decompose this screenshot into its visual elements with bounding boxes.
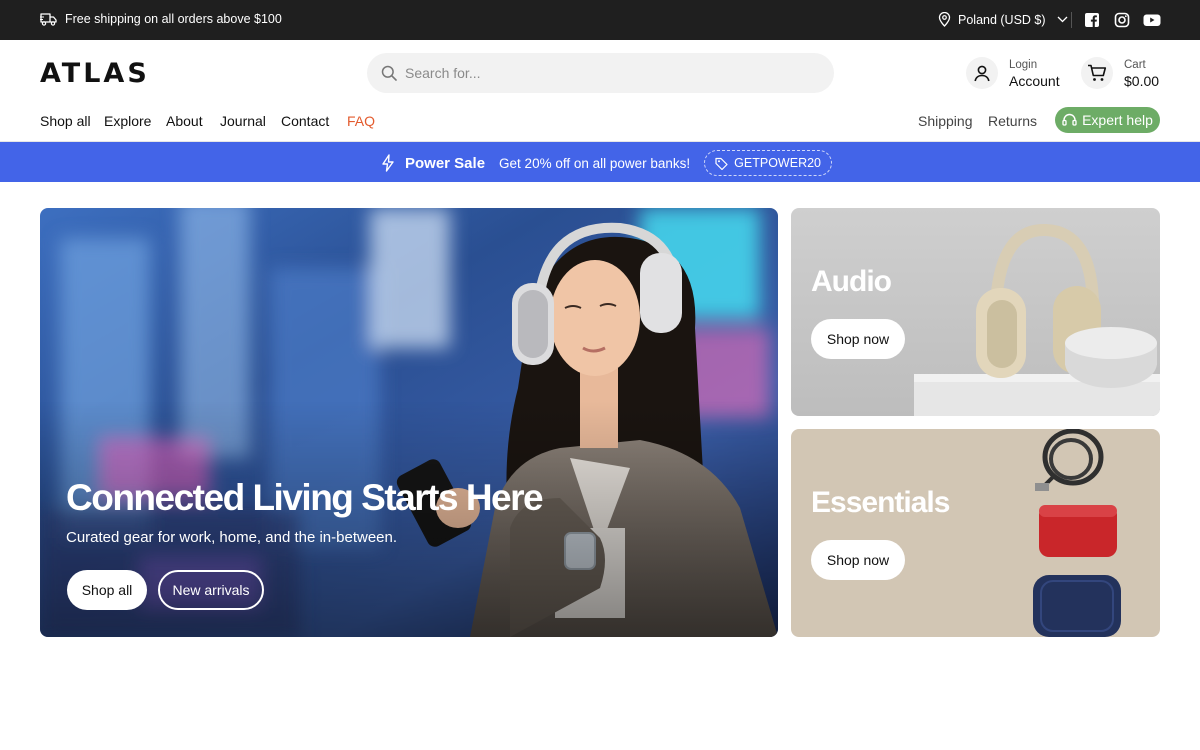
search-input[interactable]	[405, 65, 805, 81]
account-link[interactable]: Login Account	[1009, 59, 1060, 89]
region-selector[interactable]: Poland (USD $)	[938, 12, 1068, 27]
nav-contact[interactable]: Contact	[281, 113, 329, 129]
promo-code: GETPOWER20	[734, 156, 821, 170]
cart-icon-button[interactable]	[1081, 57, 1113, 89]
hero-title: Connected Living Starts Here	[66, 477, 544, 518]
hero-new-arrivals-button[interactable]: New arrivals	[158, 570, 264, 610]
account-label: Account	[1009, 73, 1060, 90]
nav-shop-all[interactable]: Shop all	[40, 113, 91, 129]
nav-faq[interactable]: FAQ	[347, 113, 375, 129]
cart-link[interactable]: Cart $0.00	[1124, 59, 1159, 89]
cart-icon	[1088, 64, 1107, 81]
tag-icon	[715, 157, 728, 170]
audio-card-title: Audio	[811, 265, 892, 298]
category-card-audio[interactable]	[791, 208, 1160, 416]
promo-title: Power Sale	[405, 154, 486, 172]
search-icon	[381, 65, 397, 81]
search-bar[interactable]	[367, 53, 834, 93]
hero-shop-all-button[interactable]: Shop all	[67, 570, 147, 610]
user-icon	[974, 65, 990, 82]
expert-help-label: Expert help	[1082, 112, 1153, 128]
shipping-notice: Free shipping on all orders above $100	[40, 12, 282, 26]
truck-icon	[40, 13, 57, 26]
promo-code-badge[interactable]: GETPOWER20	[704, 150, 832, 176]
top-announcement-bar: Free shipping on all orders above $100 P…	[0, 0, 1200, 40]
hero-subtitle: Curated gear for work, home, and the in-…	[66, 529, 398, 546]
chevron-down-icon	[1057, 16, 1068, 23]
instagram-icon[interactable]	[1114, 12, 1130, 28]
region-label: Poland (USD $)	[958, 12, 1046, 27]
topbar-divider	[1071, 12, 1072, 28]
cart-total: $0.00	[1124, 73, 1160, 90]
account-small-label: Login	[1009, 59, 1038, 71]
category-card-essentials[interactable]	[791, 429, 1160, 637]
audio-product-image	[791, 208, 1160, 416]
essentials-card-title: Essentials	[811, 486, 950, 519]
nav-returns[interactable]: Returns	[988, 113, 1037, 129]
promo-description: Get 20% off on all power banks!	[499, 155, 691, 171]
youtube-icon[interactable]	[1143, 12, 1161, 28]
location-pin-icon	[938, 12, 951, 27]
nav-journal[interactable]: Journal	[220, 113, 266, 129]
facebook-icon[interactable]	[1084, 12, 1100, 28]
audio-shop-now-button[interactable]: Shop now	[811, 319, 905, 359]
shipping-text: Free shipping on all orders above $100	[65, 12, 282, 26]
cart-small-label: Cart	[1124, 59, 1146, 71]
account-icon-button[interactable]	[966, 57, 998, 89]
expert-help-button[interactable]: Expert help	[1055, 107, 1160, 133]
hero-banner[interactable]	[40, 208, 778, 637]
nav-shipping[interactable]: Shipping	[918, 113, 973, 129]
essentials-shop-now-button[interactable]: Shop now	[811, 540, 905, 580]
essentials-product-image	[791, 429, 1160, 637]
nav-about[interactable]: About	[166, 113, 203, 129]
promo-banner: Power Sale Get 20% off on all power bank…	[0, 142, 1200, 182]
hero-overlay	[40, 208, 778, 637]
nav-explore[interactable]: Explore	[104, 113, 151, 129]
headset-icon	[1062, 113, 1077, 126]
site-logo[interactable]: ATLAS	[40, 60, 150, 88]
lightning-icon	[382, 154, 394, 172]
